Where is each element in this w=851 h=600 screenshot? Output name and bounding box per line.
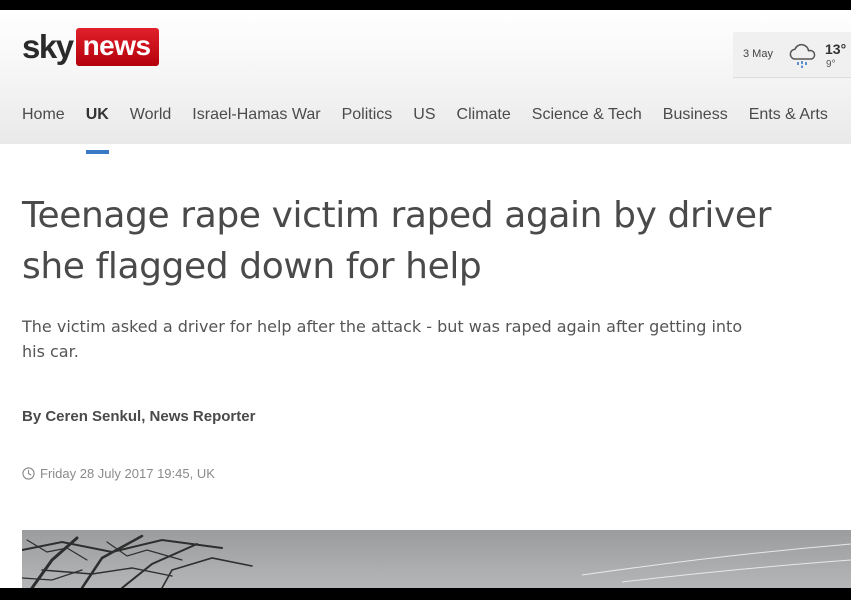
weather-widget[interactable]: 3 May 13° 9° xyxy=(733,32,851,78)
main-nav: Home UK World Israel-Hamas War Politics … xyxy=(22,106,828,154)
clock-icon xyxy=(22,467,35,480)
headline-line-2: she flagged down for help xyxy=(22,246,482,287)
nav-item-us[interactable]: US xyxy=(413,106,435,154)
window-frame-top xyxy=(0,0,851,10)
weather-high-temp: 13° xyxy=(825,41,847,57)
logo-news-badge: news xyxy=(75,28,159,66)
nav-item-world[interactable]: World xyxy=(130,106,172,154)
sky-news-logo[interactable]: sky news xyxy=(22,28,159,66)
nav-item-science-tech[interactable]: Science & Tech xyxy=(532,106,642,154)
article-byline: By Ceren Senkul, News Reporter xyxy=(22,408,256,425)
weather-date: 3 May xyxy=(743,48,773,60)
rain-cloud-icon xyxy=(789,43,816,68)
standfirst-line-2: his car. xyxy=(22,342,79,361)
article-hero-image xyxy=(22,530,851,588)
nav-item-uk[interactable]: UK xyxy=(85,106,109,154)
nav-item-home[interactable]: Home xyxy=(22,106,65,154)
nav-item-climate[interactable]: Climate xyxy=(457,106,511,154)
nav-item-politics[interactable]: Politics xyxy=(342,106,393,154)
article-headline: Teenage rape victim raped again by drive… xyxy=(22,190,851,292)
nav-item-ents-arts[interactable]: Ents & Arts xyxy=(749,106,828,154)
headline-line-1: Teenage rape victim raped again by drive… xyxy=(22,195,772,236)
timestamp-text: Friday 28 July 2017 19:45, UK xyxy=(40,466,215,481)
logo-sky-text: sky xyxy=(22,28,74,65)
nav-item-business[interactable]: Business xyxy=(663,106,728,154)
site-header: sky news 3 May 13° 9° Home UK World Isra… xyxy=(0,10,851,154)
nav-item-israel-hamas-war[interactable]: Israel-Hamas War xyxy=(192,106,320,154)
weather-low-temp: 9° xyxy=(826,59,836,70)
article-standfirst: The victim asked a driver for help after… xyxy=(22,314,832,364)
article-timestamp: Friday 28 July 2017 19:45, UK xyxy=(22,466,215,481)
window-frame-bottom xyxy=(0,588,851,600)
tree-branches-image xyxy=(22,534,851,588)
standfirst-line-1: The victim asked a driver for help after… xyxy=(22,317,743,336)
